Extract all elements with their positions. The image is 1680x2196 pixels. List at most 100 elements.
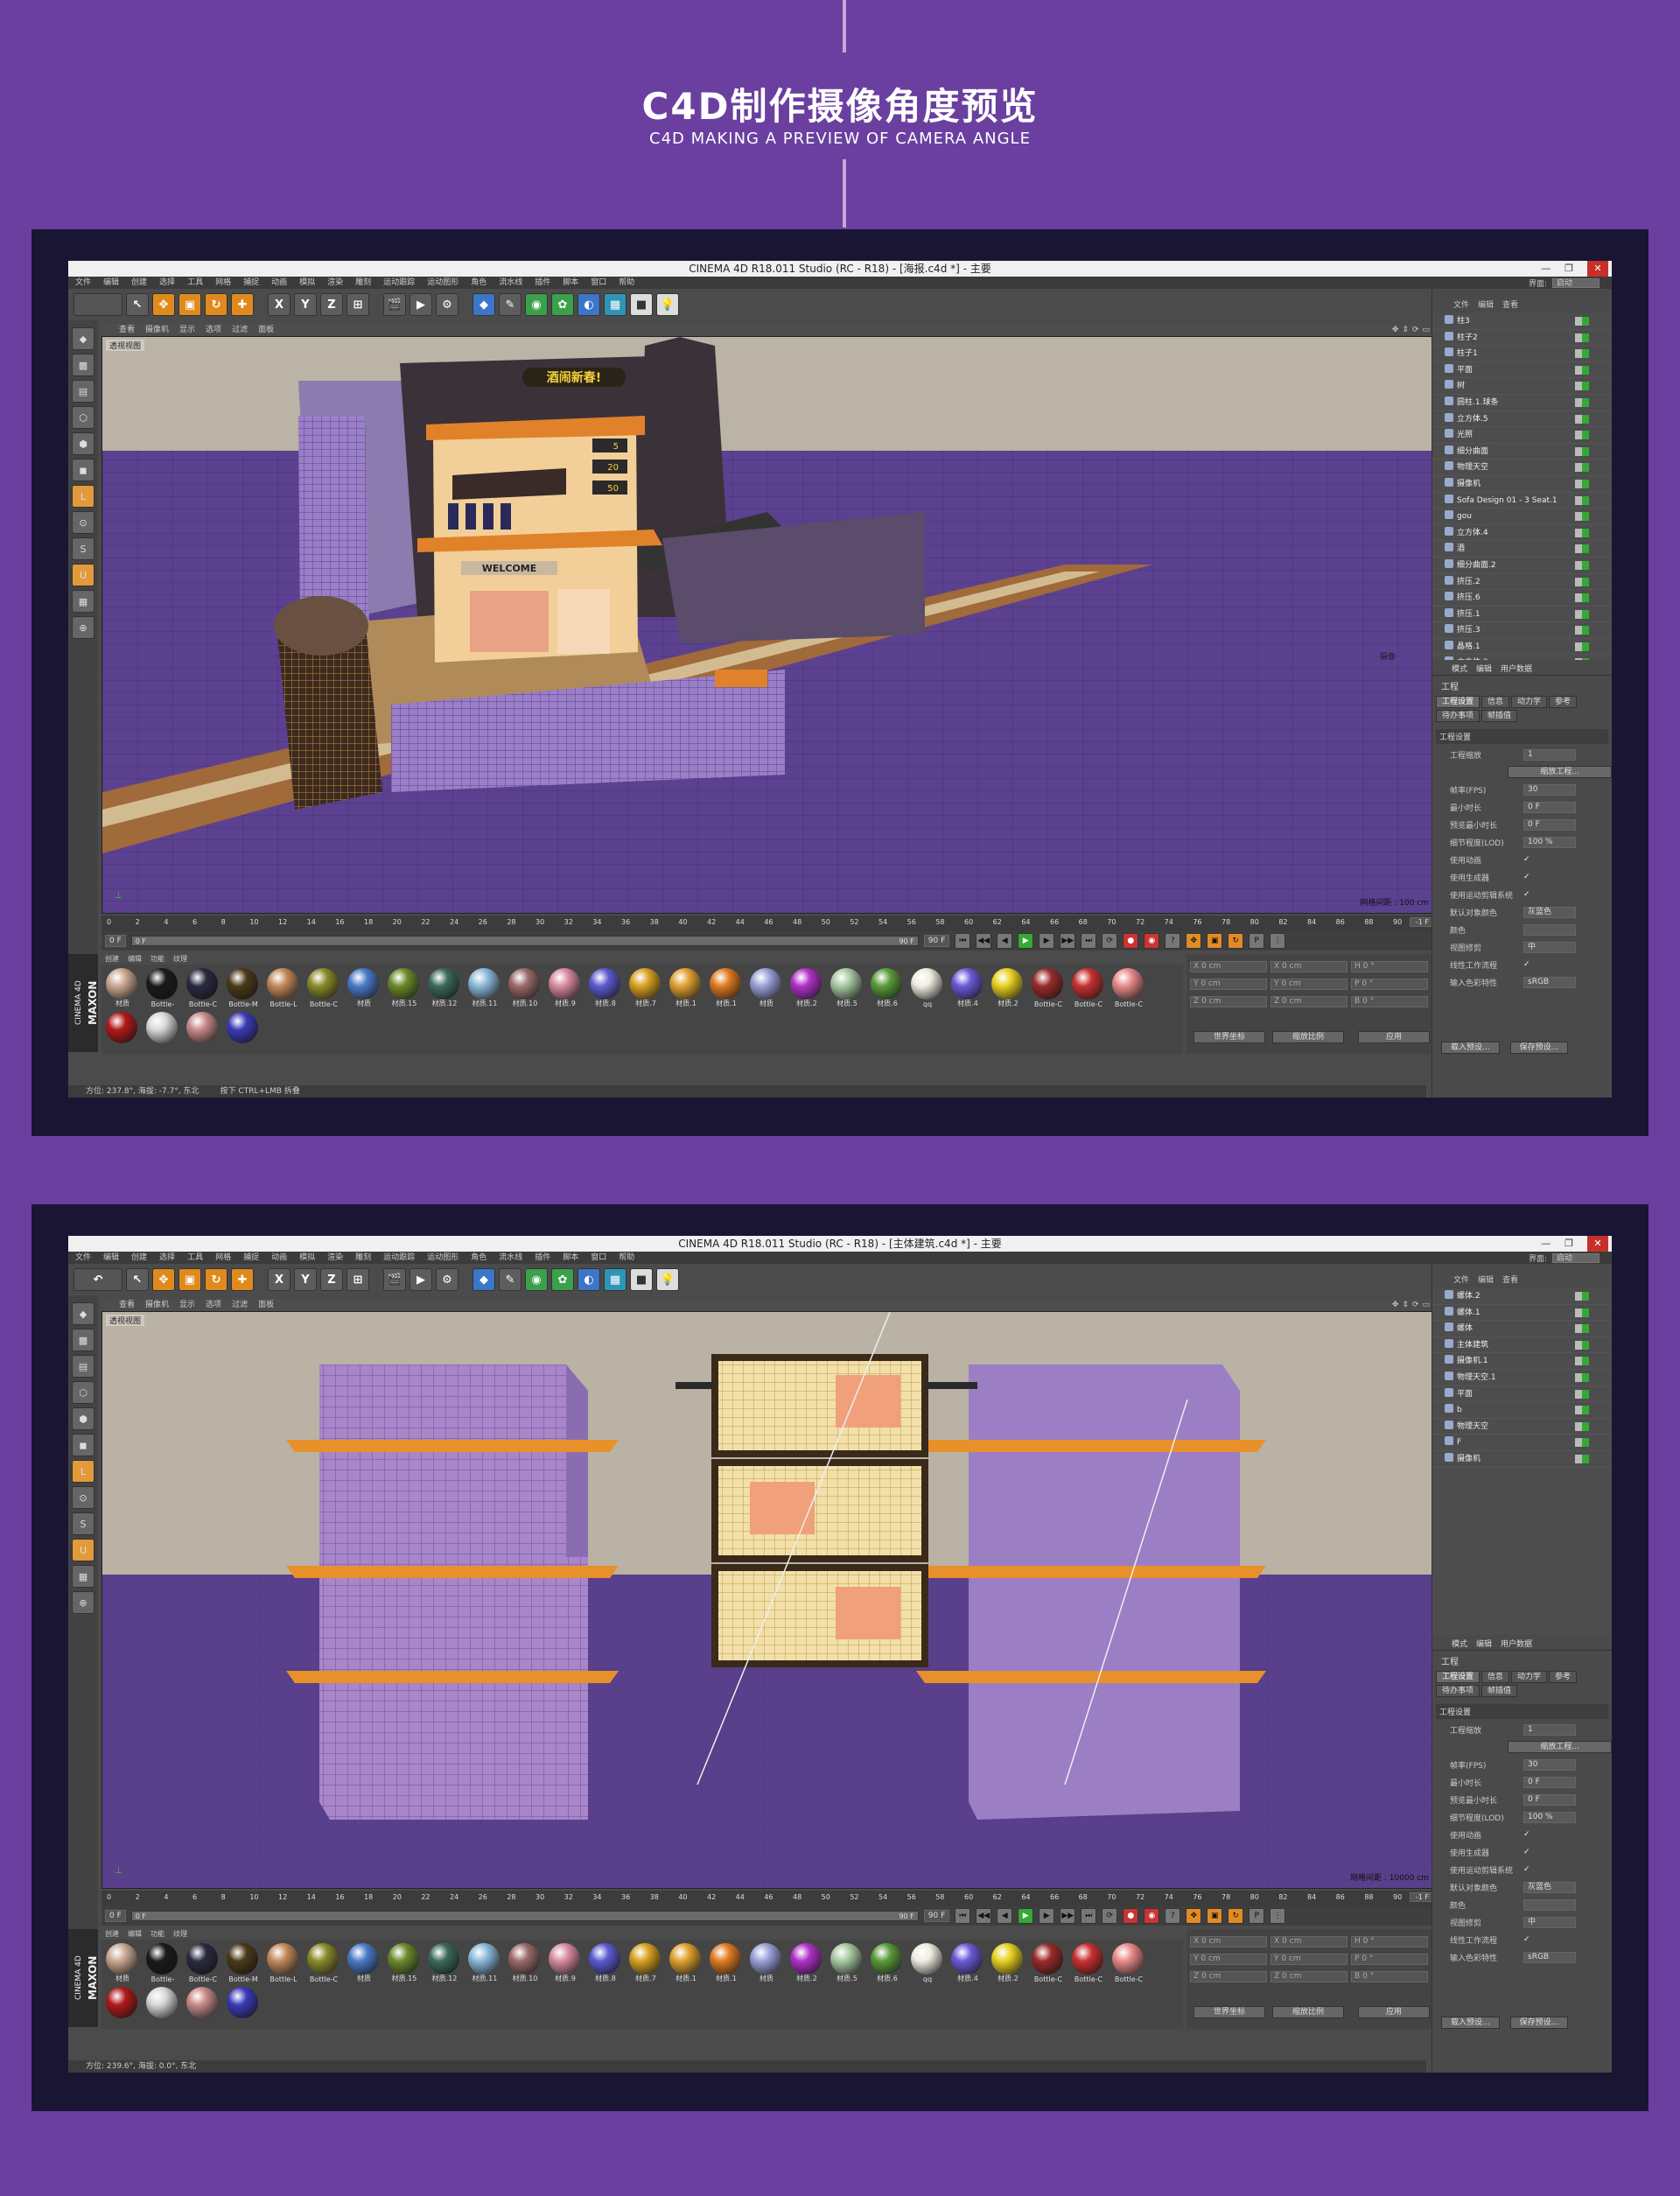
visibility-flags-icon[interactable] <box>1575 446 1589 456</box>
menu-file[interactable]: 文件 <box>75 1252 91 1264</box>
deformer-icon[interactable]: ◐ <box>578 293 600 316</box>
material-swatch[interactable]: 材质 <box>346 1943 380 1983</box>
mat-menu-create[interactable]: 创建 <box>105 1929 119 1940</box>
close-icon[interactable]: ✕ <box>1587 261 1608 277</box>
keyframe-selection-icon[interactable]: ? <box>1165 933 1181 949</box>
object-row[interactable]: Sofa Design 01 - 3 Seat.1 <box>1432 493 1612 509</box>
material-swatch[interactable] <box>105 1987 138 2027</box>
material-swatch[interactable]: Bottle-M <box>226 1943 259 1983</box>
material-swatch[interactable]: 材质.15 <box>387 1943 420 1983</box>
mat-menu-function[interactable]: 功能 <box>150 954 164 965</box>
coord-h-rot[interactable]: H 0 ° <box>1351 1936 1428 1947</box>
coord-x-pos[interactable]: X 0 cm <box>1190 961 1267 972</box>
menu-plugins[interactable]: 插件 <box>535 277 550 289</box>
scale-project-button[interactable]: 缩放工程... <box>1508 766 1612 778</box>
menu-mesh[interactable]: 网格 <box>215 277 231 289</box>
menu-help[interactable]: 帮助 <box>619 1252 634 1264</box>
camera-icon[interactable]: ■ <box>630 293 653 316</box>
material-swatch[interactable]: Bottle- <box>145 1943 178 1983</box>
current-frame-field[interactable]: 0 F <box>105 1910 126 1922</box>
material-swatch[interactable]: Bottle-C <box>306 968 340 1008</box>
vp-menu-view[interactable]: 查看 <box>119 1299 135 1311</box>
coord-x-pos[interactable]: X 0 cm <box>1190 1936 1267 1947</box>
object-row[interactable]: 立方体.5 <box>1432 411 1612 428</box>
undo-button[interactable]: ↶ <box>74 1268 122 1291</box>
property-value[interactable]: 0 F <box>1523 1793 1576 1806</box>
mat-menu-function[interactable]: 功能 <box>150 1929 164 1940</box>
property-value[interactable]: 灰蓝色 <box>1523 906 1576 918</box>
undo-button[interactable] <box>74 293 122 316</box>
render-settings-icon[interactable]: ⚙ <box>436 293 458 316</box>
property-value[interactable]: 0 F <box>1523 801 1576 813</box>
live-select-icon[interactable]: ↖ <box>126 1268 149 1291</box>
obj-menu-edit[interactable]: 编辑 <box>1478 299 1494 312</box>
obj-menu-file[interactable]: 文件 <box>1453 299 1469 312</box>
menu-motion-tracker[interactable]: 运动跟踪 <box>383 277 415 289</box>
material-swatch[interactable]: 材质 <box>749 1943 782 1983</box>
object-row[interactable]: 细分曲面.2 <box>1432 558 1612 574</box>
play-icon[interactable]: ▶ <box>1018 933 1034 949</box>
property-checkbox[interactable]: ✓ <box>1523 890 1530 899</box>
material-swatch[interactable]: Bottle-C <box>186 1943 219 1983</box>
visibility-flags-icon[interactable] <box>1575 1406 1589 1415</box>
property-value[interactable]: sRGB <box>1523 976 1576 988</box>
next-key-icon[interactable]: ▶▶ <box>1060 1908 1076 1924</box>
key-pla-icon[interactable]: ⋮ <box>1270 1908 1286 1924</box>
subdivision-icon[interactable]: ◉ <box>525 1268 548 1291</box>
visibility-flags-icon[interactable] <box>1575 658 1589 660</box>
material-swatch[interactable]: Bottle-L <box>266 1943 299 1983</box>
mat-menu-texture[interactable]: 纹理 <box>173 1929 187 1940</box>
material-swatch[interactable]: 材质.15 <box>387 968 420 1008</box>
property-value[interactable]: 中 <box>1523 941 1576 953</box>
attr-menu-mode[interactable]: 模式 <box>1452 663 1467 675</box>
save-preset-button[interactable]: 保存预设... <box>1509 1042 1569 1054</box>
material-swatch[interactable]: 材质.11 <box>467 1943 500 1983</box>
vp-menu-options[interactable]: 选项 <box>206 324 221 336</box>
material-swatch[interactable]: 材质.12 <box>427 1943 460 1983</box>
property-value[interactable]: sRGB <box>1523 1951 1576 1963</box>
vp-menu-cameras[interactable]: 摄像机 <box>145 1299 169 1311</box>
object-row[interactable]: 立方体.4 <box>1432 525 1612 542</box>
workplane-icon[interactable]: ▤ <box>72 380 94 403</box>
object-row[interactable]: 柱子2 <box>1432 330 1612 347</box>
menu-animate[interactable]: 动画 <box>271 277 287 289</box>
timeline-ruler[interactable]: 0 2 4 6 8 10 12 14 16 18 20 22 24 26 28 30 32 34 36 38 40 42 4… <box>102 916 1438 931</box>
material-swatch[interactable]: Bottle-C <box>1071 1943 1104 1983</box>
menu-mograph[interactable]: 运动图形 <box>427 1252 458 1264</box>
object-row[interactable]: 螺体.1 <box>1432 1305 1612 1322</box>
load-preset-button[interactable]: 载入预设... <box>1441 2017 1500 2029</box>
cube-icon[interactable]: ◆ <box>472 1268 495 1291</box>
material-swatch[interactable] <box>186 1987 219 2027</box>
material-swatch[interactable] <box>226 1987 259 2027</box>
loop-icon[interactable]: ⟳ <box>1102 1908 1118 1924</box>
key-position-icon[interactable]: ✥ <box>1186 933 1202 949</box>
vp-menu-panel[interactable]: 面板 <box>258 324 274 336</box>
tab-interpolation[interactable]: 帧插值 <box>1481 1685 1518 1697</box>
coord-y-pos[interactable]: Y 0 cm <box>1190 979 1267 990</box>
cloner-icon[interactable]: ✿ <box>551 1268 574 1291</box>
object-row[interactable]: 摄像机 <box>1432 1451 1612 1468</box>
viewport[interactable]: 酒闹新春! WELCOME 5 20 50 摄像 透视视图 网格间距 : 100… <box>102 336 1438 914</box>
menu-mesh[interactable]: 网格 <box>215 1252 231 1264</box>
material-swatch[interactable]: qq <box>910 1943 943 1983</box>
pen-icon[interactable]: ✎ <box>499 1268 522 1291</box>
material-swatch[interactable]: Bottle-M <box>226 968 259 1008</box>
next-frame-icon[interactable]: ▶ <box>1039 933 1055 949</box>
visibility-flags-icon[interactable] <box>1575 349 1589 359</box>
deformer-icon[interactable]: ◐ <box>578 1268 600 1291</box>
object-row[interactable]: 光照 <box>1432 427 1612 444</box>
render-view-icon[interactable]: 🎬 <box>383 1268 406 1291</box>
apply-button[interactable]: 应用 <box>1358 2006 1430 2018</box>
workplane-icon[interactable]: ▤ <box>72 1355 94 1378</box>
menu-pipeline[interactable]: 流水线 <box>499 277 522 289</box>
material-swatch[interactable] <box>145 1987 178 2027</box>
material-swatch[interactable]: Bottle-C <box>1111 1943 1144 1983</box>
tab-info[interactable]: 信息 <box>1481 1671 1510 1683</box>
render-settings-icon[interactable]: ⚙ <box>436 1268 458 1291</box>
object-row[interactable]: 平面 <box>1432 1386 1612 1403</box>
camera-icon[interactable]: ■ <box>630 1268 653 1291</box>
x-axis-button[interactable]: X <box>268 1268 290 1291</box>
record-icon[interactable]: ● <box>1123 1908 1139 1924</box>
menu-file[interactable]: 文件 <box>75 277 91 289</box>
key-pla-icon[interactable]: ⋮ <box>1270 933 1286 949</box>
